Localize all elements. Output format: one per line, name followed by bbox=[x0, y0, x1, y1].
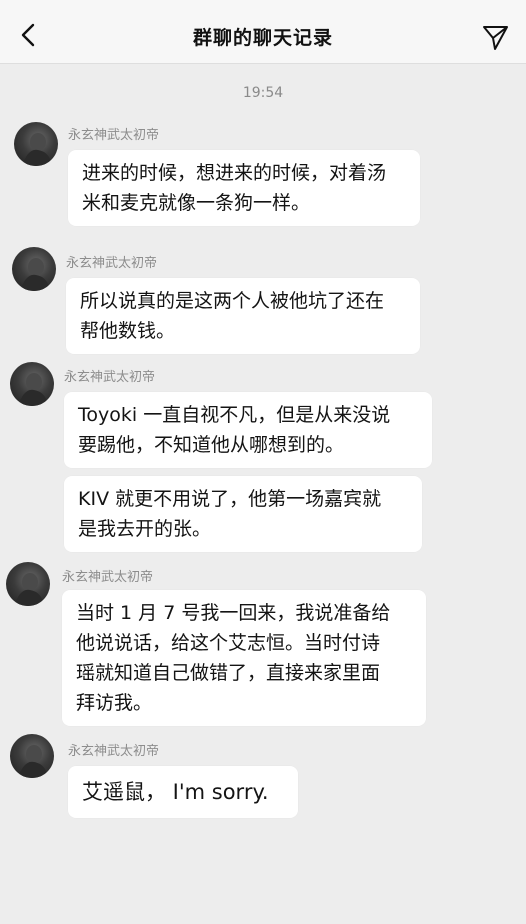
message-bubble[interactable]: 当时 1 月 7 号我一回来，我说准备给 他说说话，给这个艾志恒。当时付诗 瑶就… bbox=[62, 590, 426, 726]
message-bubble[interactable]: Toyoki 一直自视不凡，但是从来没说 要踢他，不知道他从哪想到的。 bbox=[64, 392, 432, 468]
sender-name: 永玄神武太初帝 bbox=[68, 128, 160, 143]
message-bubble[interactable]: KIV 就更不用说了，他第一场嘉宾就 是我去开的张。 bbox=[64, 476, 422, 552]
sender-name: 永玄神武太初帝 bbox=[66, 256, 158, 271]
message-bubble[interactable]: 进来的时候，想进来的时候，对着汤 米和麦克就像一条狗一样。 bbox=[68, 150, 420, 226]
chat-header: 群聊的聊天记录 bbox=[0, 0, 526, 64]
avatar[interactable] bbox=[14, 122, 58, 166]
sender-name: 永玄神武太初帝 bbox=[62, 570, 154, 585]
avatar[interactable] bbox=[10, 734, 54, 778]
sender-name: 永玄神武太初帝 bbox=[68, 744, 160, 759]
page-title: 群聊的聊天记录 bbox=[192, 27, 333, 49]
share-button[interactable] bbox=[480, 22, 510, 52]
avatar[interactable] bbox=[6, 562, 50, 606]
sender-name: 永玄神武太初帝 bbox=[64, 370, 156, 385]
send-icon bbox=[483, 26, 508, 50]
message-bubble[interactable]: 所以说真的是这两个人被他坑了还在 帮他数钱。 bbox=[66, 278, 420, 354]
avatar[interactable] bbox=[10, 362, 54, 406]
timestamp: 19:54 bbox=[242, 85, 284, 101]
avatar[interactable] bbox=[12, 247, 56, 291]
message-bubble[interactable]: 艾遥鼠， I'm sorry. bbox=[68, 766, 298, 818]
